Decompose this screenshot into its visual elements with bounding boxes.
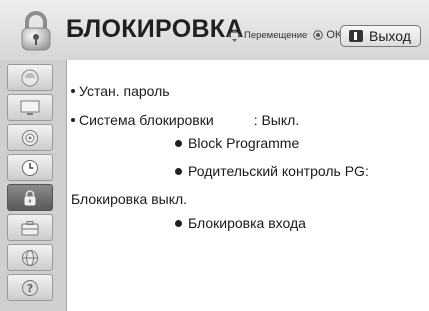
menu-item-lock-system[interactable]: Система блокировки : Выкл. — [71, 112, 299, 128]
exit-key-icon — [349, 30, 363, 42]
menu-item-input-block[interactable]: Блокировка входа — [175, 215, 306, 231]
sidebar-item-support[interactable]: ? — [7, 274, 53, 301]
lock-system-label: Система блокировки — [79, 112, 214, 128]
bullet-icon — [175, 219, 182, 227]
input-block-label: Блокировка входа — [188, 215, 306, 231]
navigation-hint: Перемещение OK — [228, 28, 342, 42]
question-icon: ? — [22, 279, 38, 296]
dpad-arrows-icon — [228, 28, 241, 42]
exit-button[interactable]: Выход — [340, 25, 421, 47]
set-password-label: Устан. пароль — [79, 83, 170, 99]
bullet-icon — [71, 89, 75, 93]
page-title: БЛОКИРОВКА — [66, 15, 244, 43]
speaker-icon — [22, 129, 38, 146]
clock-icon — [22, 159, 38, 176]
picture-icon — [21, 69, 39, 86]
lock-icon — [21, 11, 51, 51]
sidebar-item-picture[interactable] — [7, 64, 53, 91]
parental-control-label: Родительский контроль PG: — [188, 163, 369, 179]
sidebar-item-screen[interactable] — [7, 94, 53, 121]
menu-sidebar: ? — [0, 60, 67, 311]
bullet-icon — [175, 167, 182, 175]
menu-item-parental-control[interactable]: Родительский контроль PG: — [175, 163, 369, 179]
svg-text:?: ? — [27, 282, 33, 295]
sidebar-item-time[interactable] — [7, 154, 53, 181]
navigation-hint-label: Перемещение — [244, 29, 308, 41]
ok-button-icon — [313, 30, 324, 40]
suitcase-icon — [21, 220, 39, 235]
menu-item-block-programme[interactable]: Block Programme — [175, 135, 299, 151]
block-programme-label: Block Programme — [188, 135, 300, 151]
lock-menu-content: Устан. пароль Система блокировки : Выкл.… — [67, 60, 429, 311]
sidebar-item-lock[interactable] — [7, 184, 53, 211]
sidebar-item-network[interactable] — [7, 244, 53, 271]
lock-off-note-text: Блокировка выкл. — [71, 191, 188, 207]
bullet-icon — [71, 118, 75, 122]
lock-icon — [24, 189, 36, 205]
lock-off-note: Блокировка выкл. — [71, 191, 187, 207]
bullet-icon — [175, 139, 182, 147]
exit-button-label: Выход — [369, 28, 411, 44]
menu-item-set-password[interactable]: Устан. пароль — [71, 83, 170, 99]
globe-icon — [22, 249, 38, 266]
lock-system-value: : Выкл. — [253, 112, 300, 128]
sidebar-item-sound[interactable] — [7, 124, 53, 151]
header-bar: БЛОКИРОВКА Перемещение OK Выход — [0, 0, 429, 60]
sidebar-item-option[interactable] — [7, 214, 53, 241]
monitor-icon — [20, 100, 40, 115]
